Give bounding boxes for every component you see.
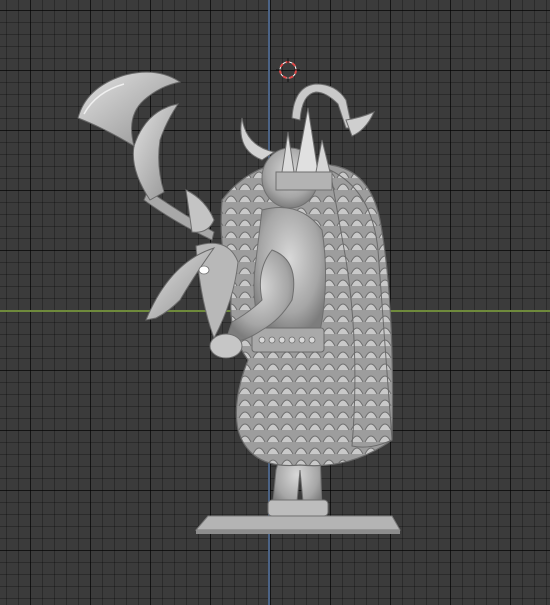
3d-cursor-icon[interactable] [276,58,300,82]
model-base [194,515,401,534]
3d-viewport[interactable] [0,0,550,605]
miniature-model[interactable] [0,0,550,605]
